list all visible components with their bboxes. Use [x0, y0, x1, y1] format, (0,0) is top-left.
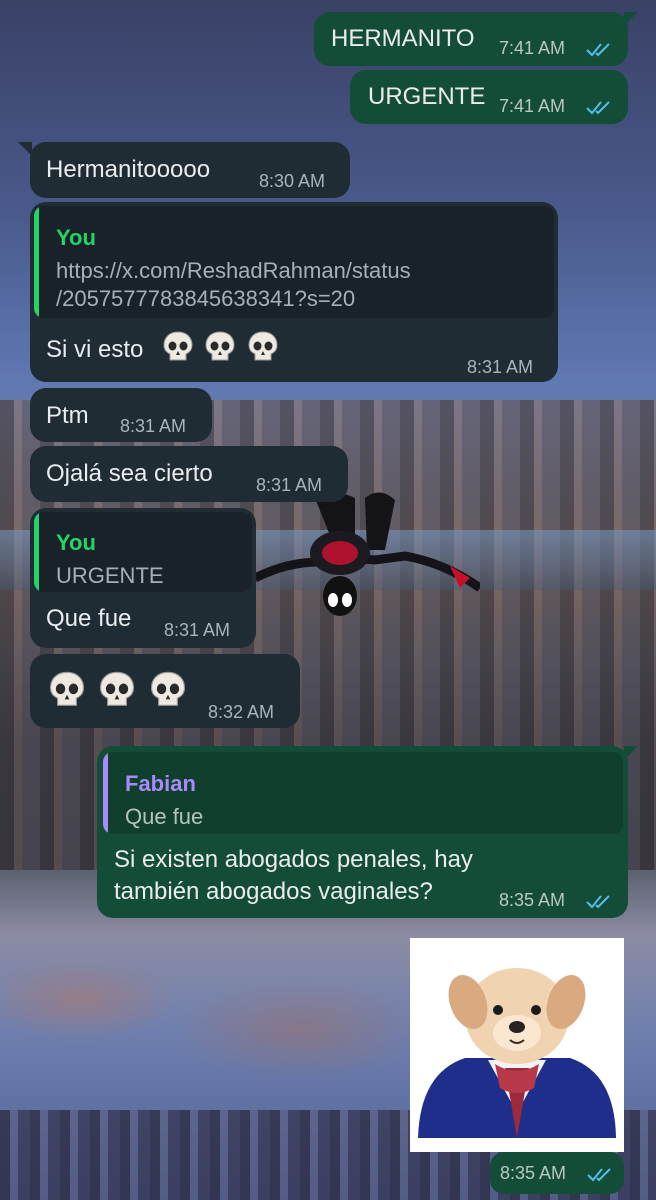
quote-author: You [56, 225, 96, 250]
bubble-tail [624, 12, 638, 26]
message-incoming-reply[interactable]: You https://x.com/ReshadRahman/status /2… [30, 202, 558, 382]
message-text-line: también abogados vaginales? [114, 878, 433, 905]
message-text: URGENTE [368, 83, 486, 110]
read-ticks-icon [586, 895, 610, 909]
message-outgoing[interactable]: HERMANITO 7:41 AM [314, 12, 628, 66]
skull-icon [205, 331, 235, 361]
quoted-message[interactable]: You https://x.com/ReshadRahman/status /2… [34, 206, 554, 318]
skull-icon [248, 331, 278, 361]
quoted-message[interactable]: Fabian Que fue [103, 752, 623, 834]
quote-bar [103, 752, 108, 834]
quote-bar [34, 206, 39, 318]
quote-text: https://x.com/ReshadRahman/status [56, 258, 411, 283]
skull-icon [150, 671, 185, 706]
message-outgoing[interactable]: URGENTE 7:41 AM [350, 70, 628, 124]
message-outgoing-reply[interactable]: Fabian Que fue Si existen abogados penal… [97, 746, 628, 918]
message-text: Si vi esto [46, 336, 144, 363]
message-incoming[interactable]: Ptm 8:31 AM [30, 388, 212, 442]
message-text: Ojalá sea cierto [46, 460, 213, 487]
message-text: Que fue [46, 605, 132, 632]
read-ticks-icon [586, 101, 610, 115]
message-text-line: Si existen abogados penales, hay [114, 846, 473, 873]
message-time: 8:30 AM [259, 171, 326, 191]
quote-author: Fabian [125, 771, 196, 796]
message-incoming[interactable]: 8:32 AM [30, 654, 300, 728]
message-text: Hermanitooooo [46, 156, 211, 183]
dog-in-suit-sticker [418, 968, 616, 1138]
quoted-message[interactable]: You URGENTE [34, 512, 252, 592]
message-incoming-reply[interactable]: You URGENTE Que fue 8:31 AM [30, 508, 256, 648]
skull-icon [163, 331, 193, 361]
message-time: 8:31 AM [256, 475, 323, 495]
message-time: 8:31 AM [467, 357, 534, 377]
message-time: 8:35 AM [499, 890, 566, 910]
quote-text: URGENTE [56, 563, 164, 588]
message-text: HERMANITO [331, 25, 475, 52]
quote-author: You [56, 530, 96, 555]
quote-text: /2057577783845638341?s=20 [56, 286, 356, 311]
bubble-tail [18, 142, 32, 156]
message-text: Ptm [46, 402, 89, 429]
quote-bar [34, 512, 39, 592]
message-incoming[interactable]: Ojalá sea cierto 8:31 AM [30, 446, 348, 502]
sticker-message[interactable] [410, 938, 624, 1152]
read-ticks-icon [586, 43, 610, 57]
message-time: 7:41 AM [499, 38, 566, 58]
skull-emoji-group [162, 330, 279, 364]
message-time: 8:35 AM [500, 1163, 567, 1183]
quote-text: Que fue [125, 804, 204, 829]
message-time: 8:31 AM [120, 416, 187, 436]
message-time: 8:31 AM [164, 620, 231, 640]
skull-icon [100, 671, 135, 706]
skull-icon [49, 671, 85, 706]
bubble-tail [624, 746, 638, 760]
message-time: 7:41 AM [499, 96, 566, 116]
message-incoming[interactable]: Hermanitooooo 8:30 AM [30, 142, 350, 198]
sticker-time-pill: 8:35 AM [490, 1152, 624, 1194]
message-time: 8:32 AM [208, 702, 275, 722]
skull-emoji-group [48, 670, 187, 710]
read-ticks-icon [587, 1168, 611, 1182]
